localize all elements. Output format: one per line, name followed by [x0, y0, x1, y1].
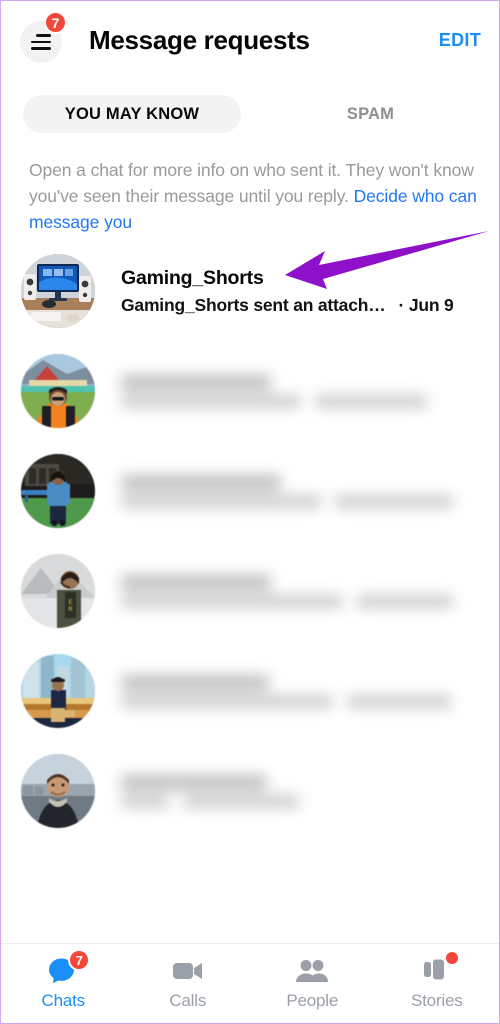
- people-icon: [295, 956, 329, 986]
- avatar: E R: [21, 554, 95, 628]
- list-item-text: [121, 574, 499, 608]
- redacted-name: [121, 474, 281, 490]
- conversation-preview: Gaming_Shorts sent an attach…: [121, 294, 386, 315]
- nav-item-calls[interactable]: Calls: [126, 944, 251, 1023]
- redacted-timestamp: [347, 694, 451, 708]
- nav-label-people: People: [286, 991, 339, 1010]
- message-request-list: Gaming_Shorts Gaming_Shorts sent an atta…: [1, 241, 499, 841]
- avatar: [21, 354, 95, 428]
- page-title: Message requests: [89, 25, 310, 55]
- list-item[interactable]: E R: [1, 541, 499, 641]
- redacted-preview: [121, 594, 343, 608]
- redacted-preview-line: [121, 794, 487, 808]
- nav-label-chats: Chats: [41, 991, 86, 1010]
- redacted-preview: [121, 494, 321, 508]
- avatar: [21, 454, 95, 528]
- stories-cards-icon: [420, 952, 458, 986]
- redacted-name: [121, 674, 269, 690]
- nav-label-stories: Stories: [410, 991, 463, 1010]
- redacted-timestamp: [315, 394, 427, 408]
- chats-unread-badge: 7: [68, 949, 91, 971]
- redacted-preview-line: [121, 694, 487, 708]
- person-portrait-photo: [21, 754, 95, 828]
- svg-text:R: R: [68, 607, 73, 613]
- person-orange-jacket-photo: [21, 354, 95, 428]
- tab-you-may-know[interactable]: YOU MAY KNOW: [23, 95, 241, 133]
- bottom-navigation-bar: 7 Chats Calls People Stories: [1, 943, 499, 1023]
- list-item-text: [121, 374, 499, 408]
- svg-text:E: E: [68, 600, 72, 606]
- redacted-name: [121, 574, 271, 590]
- edit-button[interactable]: EDIT: [439, 30, 481, 51]
- redacted-timestamp: [335, 494, 453, 508]
- chat-bubble-icon: 7: [46, 949, 91, 986]
- list-item-text: [121, 774, 499, 808]
- conversation-timestamp: · Jun 9: [398, 294, 454, 315]
- nav-item-chats[interactable]: 7 Chats: [1, 944, 126, 1023]
- info-description: Open a chat for more info on who sent it…: [29, 157, 479, 235]
- tab-spam[interactable]: SPAM: [263, 95, 478, 133]
- redacted-preview: [121, 694, 333, 708]
- redacted-preview: [121, 794, 169, 808]
- list-item[interactable]: Gaming_Shorts Gaming_Shorts sent an atta…: [1, 241, 499, 341]
- person-city-window-photo: [21, 654, 95, 728]
- redacted-preview-line: [121, 494, 487, 508]
- menu-unread-badge: 7: [44, 11, 67, 34]
- nav-label-calls: Calls: [169, 991, 207, 1010]
- avatar: [21, 654, 95, 728]
- person-mountain-photo: E R: [21, 554, 95, 628]
- stories-notification-dot: [445, 952, 458, 964]
- avatar: [21, 754, 95, 828]
- request-tabs: YOU MAY KNOW SPAM: [1, 95, 499, 137]
- conversation-preview-line: Gaming_Shorts sent an attach… · Jun 9: [121, 295, 487, 316]
- redacted-timestamp: [183, 794, 299, 808]
- list-item[interactable]: [1, 341, 499, 441]
- gaming-desk-setup-photo: [21, 254, 95, 328]
- conversation-name: Gaming_Shorts: [121, 266, 264, 289]
- redacted-preview: [121, 394, 301, 408]
- list-item-text: [121, 474, 499, 508]
- redacted-preview-line: [121, 394, 487, 408]
- list-item-text: Gaming_Shorts Gaming_Shorts sent an atta…: [121, 267, 499, 316]
- list-item[interactable]: [1, 641, 499, 741]
- avatar: [21, 254, 95, 328]
- redacted-timestamp: [357, 594, 453, 608]
- person-blue-jacket-photo: [21, 454, 95, 528]
- list-item[interactable]: [1, 741, 499, 841]
- app-header: 7 Message requests EDIT: [1, 1, 499, 79]
- redacted-name: [121, 774, 267, 790]
- video-camera-icon: [171, 956, 205, 986]
- nav-item-stories[interactable]: Stories: [375, 944, 500, 1023]
- messenger-message-requests-screen: 7 Message requests EDIT YOU MAY KNOW SPA…: [0, 0, 500, 1024]
- nav-item-people[interactable]: People: [250, 944, 375, 1023]
- list-item[interactable]: [1, 441, 499, 541]
- redacted-preview-line: [121, 594, 487, 608]
- hamburger-menu-icon: [30, 34, 51, 50]
- list-item-text: [121, 674, 499, 708]
- redacted-name: [121, 374, 271, 390]
